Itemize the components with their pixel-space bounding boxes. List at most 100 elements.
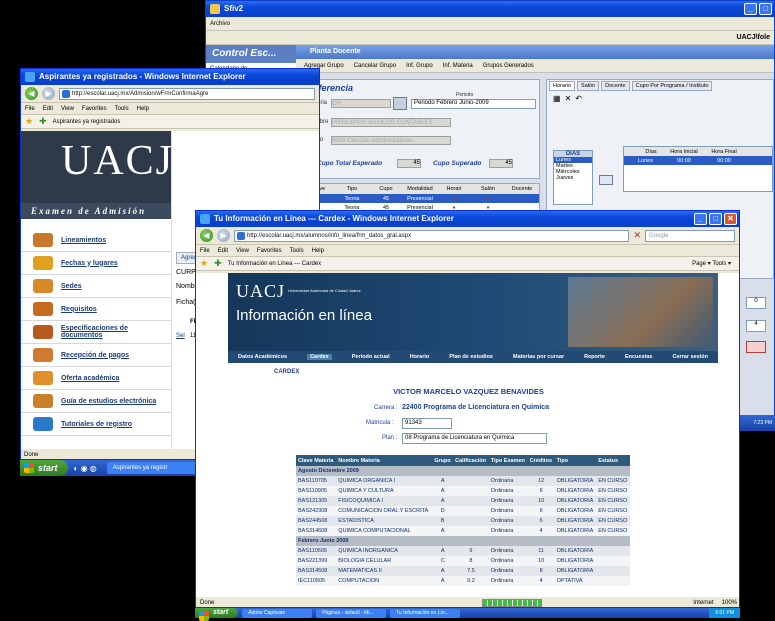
maximize-button[interactable]: □ [709,213,722,225]
menu-item-icon [33,371,53,385]
table-cell: Ordinaria [488,546,528,556]
menu-view[interactable]: View [236,245,249,256]
forward-button[interactable]: ▶ [217,229,230,242]
search-input[interactable]: Google [645,229,735,242]
menu-item-8[interactable]: Tutoriales de registro [21,413,171,436]
horario-row[interactable]: Lunes 00:00 00:00 [624,156,772,165]
back-button[interactable]: ◀ [25,87,38,100]
plan-select[interactable]: 08 Programa de Licenciatura en Química [402,433,547,444]
tab-3[interactable]: Cupo Por Programa / Instituto [631,81,713,91]
undo-icon[interactable]: ↶ [575,94,582,103]
back-button[interactable]: ◀ [200,229,213,242]
nav-item[interactable]: Periodo actual [352,354,390,360]
ficha-select-link[interactable]: Sel [176,333,185,339]
aspirantes-titlebar[interactable]: Aspirantes ya registrados - Windows Inte… [21,69,319,85]
menu-help[interactable]: Help [312,245,324,256]
menu-help[interactable]: Help [137,103,149,114]
tab-0[interactable]: Horario [549,81,576,91]
taskbar-item[interactable]: Tu Información en Lín... [390,608,461,618]
menu-item-4[interactable]: Especificaciones de documentos [21,321,171,344]
table-cell: A [432,486,454,496]
quicklaunch-icons[interactable]: ◐ ◉ ◍ [74,464,97,473]
table-cell: 8 [453,556,489,566]
menu-tools[interactable]: Tools [290,245,304,256]
menu-item-2[interactable]: Sedes [21,275,171,298]
forward-button[interactable]: ▶ [42,87,55,100]
cardex-tab[interactable]: Tu Información en Línea --- Cardex [228,261,322,267]
table-cell: BAS121305 [296,496,337,506]
start-button[interactable]: start [195,608,239,621]
toolbar-button[interactable]: Grupos Generados [483,63,534,69]
menu-view[interactable]: View [61,103,74,114]
delete-icon[interactable]: ✕ [565,94,572,103]
table-cell: Ordinaria [488,496,528,506]
menu-file[interactable]: File [25,103,35,114]
cardex-titlebar[interactable]: Tu Información en Línea --- Cardex - Win… [196,211,739,227]
toolbar-button[interactable]: Inf. Grupo [406,63,433,69]
aspirantes-tab[interactable]: Aspirantes ya registrados [53,119,121,125]
nav-item[interactable]: Encuestas [625,354,653,360]
minimize-button[interactable]: _ [744,3,757,15]
aspirantes-url[interactable]: http://escolar.uacj.mx/Admision/wFrmConf… [59,87,315,100]
menu-item-5[interactable]: Recepción de pagos [21,344,171,367]
periodo-select[interactable]: Periodo Febrero Junio-2009 [411,99,536,109]
table-cell: BAS314508 [296,566,337,576]
status-dot-icon[interactable]: ● [471,196,505,202]
menu-file[interactable]: File [200,245,210,256]
menu-item-3[interactable]: Requisitos [21,298,171,321]
menu-item-1[interactable]: Fechas y lugares [21,252,171,275]
menu-item-0[interactable]: Lineamientos [21,229,171,252]
menu-archivo[interactable]: Archivo [210,17,230,30]
tab-2[interactable]: Docente [601,81,630,91]
menu-edit[interactable]: Edit [43,103,53,114]
zoom-level[interactable]: 100% [722,597,737,607]
dia-item[interactable]: Jueves [554,175,592,181]
menu-tools[interactable]: Tools [115,103,129,114]
grid-row[interactable]: ATeoria45Presencial●● [301,194,539,203]
dias-list[interactable]: DIAS Lunes Martes Miércoles Jueves [553,150,593,205]
menu-item-6[interactable]: Oferta académica [21,367,171,390]
nav-item[interactable]: Cerrar sesión [672,354,707,360]
toolbar-button[interactable]: Inf. Materia [443,63,473,69]
minimize-button[interactable]: _ [694,213,707,225]
cardex-favbar: ★ ✚ Tu Información en Línea --- Cardex P… [196,257,739,271]
start-button[interactable]: start [20,460,68,476]
add-favorite-icon[interactable]: ✚ [39,116,47,127]
command-bar[interactable]: Page ▾ Tools ▾ [692,260,739,267]
stop-icon[interactable]: ✕ [633,230,641,241]
sfiv2-titlebar[interactable]: Sfiv2 _ □ [206,1,774,17]
matricula-select[interactable]: 91343 [402,418,452,429]
nav-item[interactable]: Datos Académicos [238,354,287,360]
control-escolar-title: Control Esc... [212,48,277,59]
status-dot-icon[interactable]: ● [437,196,471,202]
menu-item-7[interactable]: Guía de estudios electrónica [21,390,171,413]
add-day-button[interactable] [599,175,613,185]
grid-icon[interactable]: ▦ [553,94,561,103]
menu-favorites[interactable]: Favorites [82,103,107,114]
cardex-url[interactable]: http://escolar.uacj.mx/alumnos/info_line… [234,229,630,242]
favorites-star-icon[interactable]: ★ [200,258,208,269]
menu-edit[interactable]: Edit [218,245,228,256]
add-favorite-icon[interactable]: ✚ [214,258,222,269]
materia-field[interactable]: CH [331,99,391,108]
menu-favorites[interactable]: Favorites [257,245,282,256]
toolbar-button[interactable]: Cancelar Grupo [354,63,396,69]
side-value-2[interactable]: 4 [746,320,766,332]
column-header: Tipo [554,455,597,466]
side-alert-box[interactable] [746,341,766,353]
nav-item[interactable]: Horario [410,354,430,360]
close-button[interactable]: ✕ [724,213,737,225]
nav-item[interactable]: Plan de estudios [449,354,493,360]
search-button[interactable] [393,97,407,110]
maximize-button[interactable]: □ [759,3,772,15]
periodo-label: Periodo [456,92,474,98]
taskbar-item[interactable]: Páginas - default - Mi... [316,608,387,618]
nav-item[interactable]: Materias por cursar [513,354,564,360]
tab-1[interactable]: Salón [577,81,600,91]
nav-item[interactable]: Cardex [307,354,332,360]
side-value-1[interactable]: 0 [746,297,766,309]
nav-item[interactable]: Reporte [584,354,605,360]
favorites-star-icon[interactable]: ★ [25,116,33,127]
taskbar-item[interactable]: Adobe Captivate [242,608,313,618]
table-cell: 6 [527,516,555,526]
